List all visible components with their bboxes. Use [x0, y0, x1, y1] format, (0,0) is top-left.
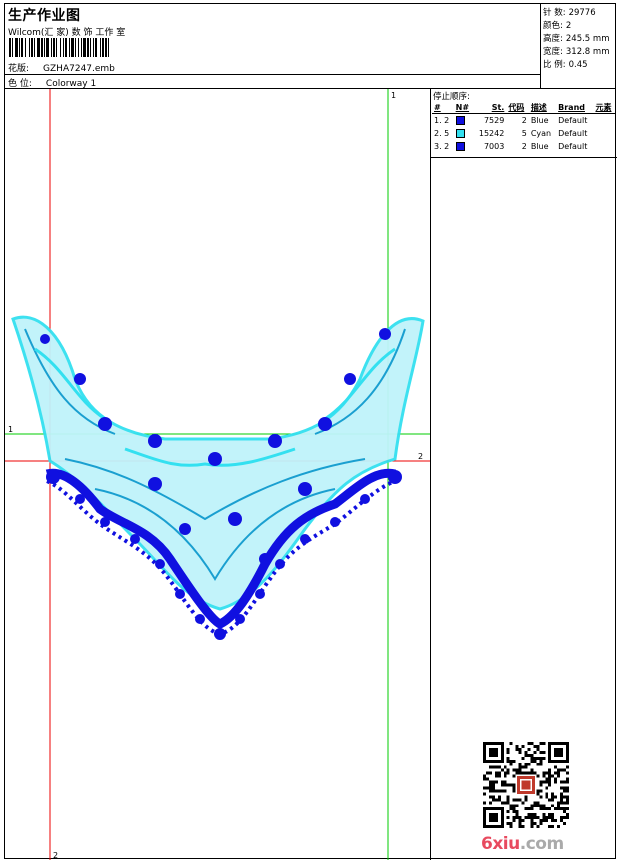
stop-sequence-table: # N# St. 代码 描述 Brand 元素 1. 2 7529 2 Blue…	[432, 102, 616, 153]
table-header-row: # N# St. 代码 描述 Brand 元素	[432, 102, 616, 114]
stat-value: 0.45	[568, 60, 588, 70]
col-description: 描述	[530, 103, 547, 112]
table-row: 3. 2 7003 2 Blue Default	[432, 140, 616, 153]
stat-label: 宽度:	[543, 47, 563, 57]
col-index: #	[434, 103, 441, 112]
row-description: Cyan	[530, 128, 552, 138]
stat-value: 312.8 mm	[565, 47, 610, 57]
watermark: 6xiu.com	[481, 834, 564, 854]
row-element	[593, 140, 616, 153]
software-line: Wilcom(汇 家) 数 饰 工作 室	[8, 28, 126, 38]
design-canvas: 1 2 1 2	[5, 89, 430, 860]
stop-sequence-panel: 停止顺序: # N# St. 代码 描述 Brand 元素 1. 2 7529	[430, 89, 617, 158]
color-swatch	[455, 128, 465, 138]
watermark-suffix: .com	[519, 834, 564, 854]
production-sheet: 生产作业图 Wilcom(汇 家) 数 饰 工作 室 花版: GZHA7247.e…	[4, 3, 617, 860]
stop-sequence-title: 停止顺序:	[433, 92, 470, 102]
guide-label-left: 1	[8, 425, 13, 434]
row-index: 2. 5	[434, 128, 450, 138]
col-stitches: St.	[491, 103, 505, 112]
colorway-label: 色 位:	[8, 79, 32, 89]
divider	[5, 74, 541, 75]
row-stitches: 15242	[478, 128, 505, 138]
row-code: 2	[506, 113, 529, 127]
colorway-value: Colorway 1	[45, 79, 97, 89]
guide-label-right: 2	[418, 452, 423, 461]
page-title: 生产作业图	[8, 8, 81, 24]
watermark-main: 6xiu	[481, 834, 520, 854]
title-block: 生产作业图 Wilcom(汇 家) 数 饰 工作 室 花版: GZHA7247.e…	[5, 4, 541, 89]
row-description: Blue	[528, 113, 557, 127]
stat-value: 245.5 mm	[565, 34, 610, 44]
stat-value: 29776	[568, 8, 596, 18]
embroidery-preview: 1 2 1 2	[5, 89, 430, 860]
stat-label: 针 数:	[543, 8, 566, 18]
row-swatch	[454, 140, 474, 153]
qr-code-icon	[483, 742, 569, 828]
col-brand: Brand	[558, 103, 585, 112]
col-needle: N#	[455, 103, 470, 112]
stat-value: 2	[565, 21, 572, 31]
stat-height: 高度: 245.5 mm	[543, 32, 609, 44]
row-stitches: 7529	[473, 113, 507, 127]
row-element	[593, 113, 616, 127]
row-brand: Default	[558, 141, 588, 151]
stat-label: 颜色:	[543, 21, 563, 31]
stat-scale: 比 例: 0.45	[543, 58, 588, 70]
stat-label: 比 例:	[543, 60, 566, 70]
row-stitches: 7003	[483, 141, 505, 151]
color-swatch	[455, 115, 465, 125]
stat-colors: 颜色: 2	[543, 19, 571, 31]
stats-block: 针 数: 29776 颜色: 2 高度: 245.5 mm 宽度: 312.8 mm 比…	[541, 4, 615, 89]
stat-label: 高度:	[543, 34, 563, 44]
design-file-line: 花版: GZHA7247.emb	[8, 61, 115, 74]
stat-width: 宽度: 312.8 mm	[543, 45, 609, 57]
row-code: 5	[521, 128, 527, 138]
row-brand: Default	[558, 128, 588, 138]
barcode-icon	[9, 38, 109, 57]
stat-stitch-count: 针 数: 29776	[543, 6, 596, 18]
row-swatch	[453, 113, 474, 127]
row-brand: Default	[556, 113, 594, 127]
design-file: GZHA7247.emb	[43, 64, 115, 74]
guide-label-top: 1	[391, 91, 396, 100]
colorway-line: 色 位: Colorway 1	[8, 76, 96, 89]
table-row: 2. 5 15242 5 Cyan Default	[432, 127, 616, 140]
panel-divider	[430, 158, 431, 860]
row-swatch	[454, 127, 474, 140]
guide-label-bottom: 2	[53, 851, 58, 860]
col-code: 代码	[508, 103, 525, 112]
col-element: 元素	[595, 103, 612, 112]
color-swatch	[455, 141, 465, 151]
row-element	[593, 127, 616, 140]
row-description: Blue	[530, 141, 549, 151]
design-label: 花版:	[8, 64, 30, 74]
table-row: 1. 2 7529 2 Blue Default	[432, 113, 616, 127]
row-index: 1. 2	[432, 113, 454, 127]
row-index: 3. 2	[434, 141, 450, 151]
embroidery-design	[11, 315, 425, 640]
row-code: 2	[521, 141, 527, 151]
